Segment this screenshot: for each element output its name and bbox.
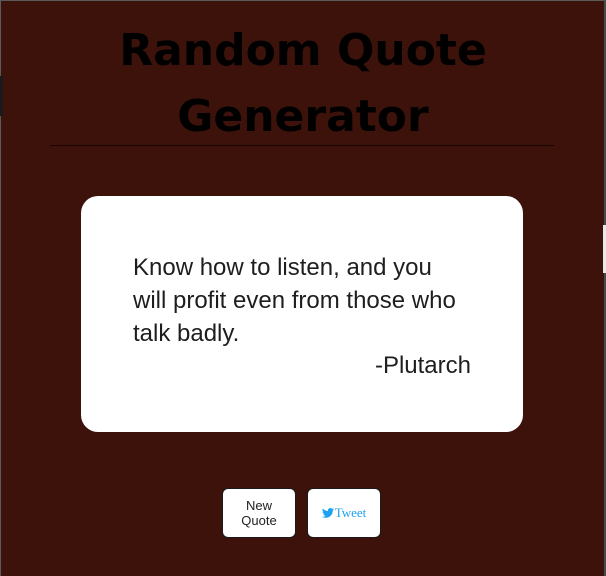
tweet-button[interactable]: Tweet	[307, 488, 381, 538]
quote-card: Know how to listen, and you will profit …	[81, 196, 523, 432]
new-quote-button[interactable]: New Quote	[222, 488, 296, 538]
quote-author: -Plutarch	[374, 352, 471, 379]
title-divider	[50, 145, 554, 146]
window-frame-top	[0, 0, 606, 1]
twitter-bird-icon	[321, 508, 334, 518]
page-title: Random Quote Generator	[119, 25, 487, 142]
quote-text: Know how to listen, and you will profit …	[133, 254, 456, 347]
tweet-label: Tweet	[334, 505, 367, 520]
new-quote-label: New Quote	[241, 498, 277, 528]
